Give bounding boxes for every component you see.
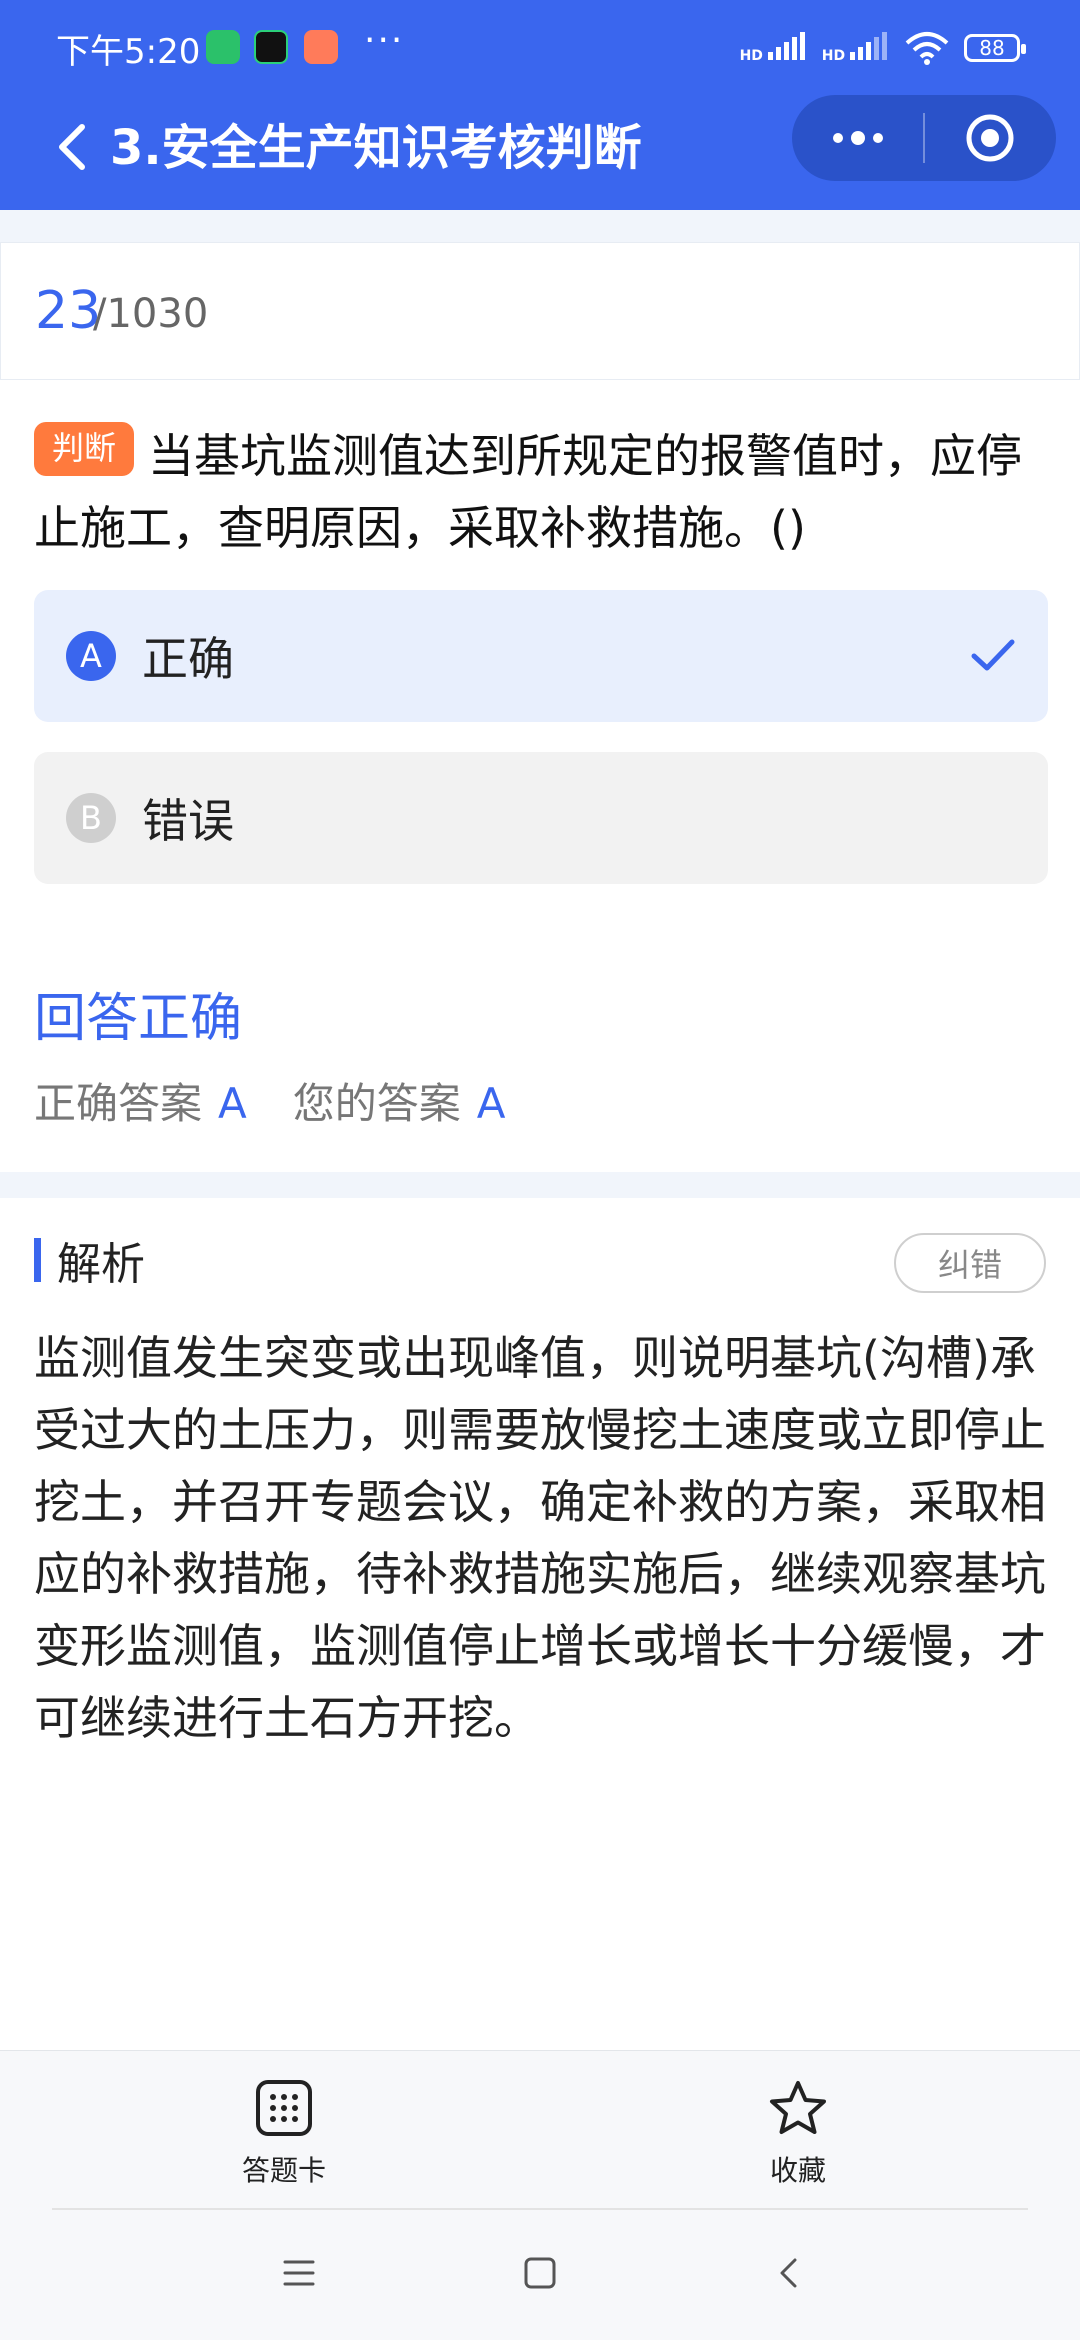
home-icon[interactable] — [523, 2256, 557, 2290]
report-error-button[interactable]: 纠错 — [894, 1233, 1046, 1293]
option-a[interactable]: A 正确 — [34, 590, 1048, 722]
accent-bar — [34, 1238, 41, 1282]
question-type-badge: 判断 — [34, 422, 135, 476]
target-icon[interactable] — [925, 95, 1056, 181]
check-icon — [971, 639, 1015, 671]
option-b[interactable]: B 错误 — [34, 752, 1048, 884]
mini-program-capsule — [792, 95, 1056, 181]
nav-bar: 3.安全生产知识考核判断 — [0, 95, 1080, 210]
chevron-left-icon[interactable] — [44, 117, 104, 177]
status-time: 下午5:20 — [56, 32, 201, 72]
grid-icon — [256, 2080, 312, 2136]
more-dots-icon[interactable] — [792, 95, 923, 181]
question-text: 当基坑监测值达到所规定的报警值时，应停止施工，查明原因，采取补救措施。() — [34, 429, 1023, 555]
option-text: 正确 — [142, 632, 234, 686]
bottom-toolbar: 答题卡 收藏 — [0, 2050, 1080, 2211]
signal-icon-2: HD — [822, 32, 890, 64]
menu-icon[interactable] — [282, 2256, 316, 2290]
section-divider — [0, 1172, 1080, 1198]
favorite-button[interactable]: 收藏 — [718, 2079, 878, 2189]
correct-answer-value: A — [218, 1079, 247, 1128]
option-letter: A — [66, 631, 116, 681]
system-navigation-bar — [0, 2210, 1080, 2340]
question-progress: 23 /1030 — [0, 242, 1080, 380]
answer-card-label: 答题卡 — [241, 2154, 326, 2187]
question-stem: 判断 当基坑监测值达到所规定的报警值时，应停止施工，查明原因，采取补救措施。() — [34, 420, 1048, 564]
clipboard-icon — [304, 30, 338, 64]
option-letter: B — [66, 793, 116, 843]
star-icon — [770, 2081, 826, 2134]
battery-icon: 88 — [964, 34, 1026, 62]
analysis-label: 解析 — [57, 1239, 145, 1290]
your-answer-value: A — [476, 1079, 506, 1128]
back-icon[interactable] — [772, 2256, 806, 2290]
correct-answer-label: 正确答案 — [34, 1079, 203, 1128]
wechat-icon — [206, 30, 240, 64]
option-text: 错误 — [142, 794, 234, 848]
status-more: ··· — [364, 20, 405, 61]
analysis-text: 监测值发生突变或出现峰值，则说明基坑(沟槽)承受过大的土压力，则需要放慢挖土速度… — [34, 1331, 1046, 1745]
your-answer-label: 您的答案 — [292, 1079, 461, 1128]
current-question-number: 23 — [35, 281, 102, 341]
analysis-header: 解析 — [34, 1234, 145, 1290]
page-title: 3.安全生产知识考核判断 — [110, 120, 642, 176]
answer-card-button[interactable]: 答题卡 — [204, 2079, 364, 2189]
status-right: HD HD 88 — [740, 28, 1026, 68]
signal-icon: HD — [740, 32, 808, 64]
answer-summary: 正确答案 A 您的答案 A — [34, 1070, 552, 1131]
status-bar: 下午5:20 ··· HD HD 88 — [0, 0, 1080, 95]
spacer — [0, 210, 1080, 242]
app-icon — [254, 30, 288, 64]
top-bar: 下午5:20 ··· HD HD 88 3.安全生产知识考核判断 — [0, 0, 1080, 210]
total-questions: /1030 — [93, 291, 209, 337]
wifi-icon — [905, 32, 949, 65]
favorite-label: 收藏 — [769, 2154, 826, 2187]
answer-result: 回答正确 — [34, 989, 243, 1049]
